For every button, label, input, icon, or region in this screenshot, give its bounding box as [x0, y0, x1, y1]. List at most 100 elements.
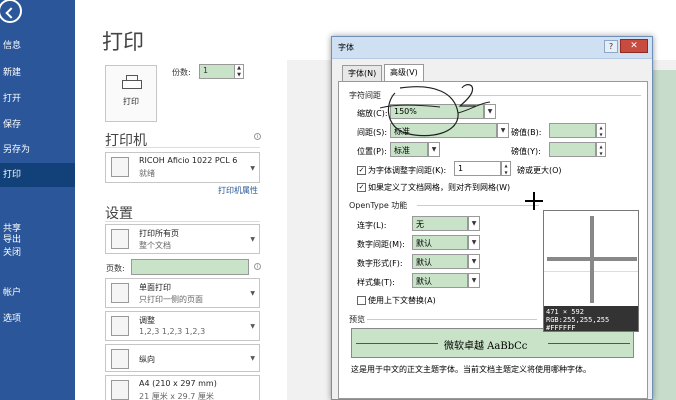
pages-label: 页数: — [106, 264, 125, 273]
nav-info[interactable]: 信息 — [0, 34, 75, 58]
printer-icon — [122, 75, 142, 92]
pages-icon — [111, 229, 129, 249]
position-by-label: 磅值(Y): — [511, 147, 541, 156]
orientation-main: 纵向 — [139, 355, 155, 364]
portrait-icon — [111, 349, 129, 369]
num-form-combo[interactable]: 默认 — [412, 254, 468, 269]
nav-save-as[interactable]: 另存为 — [0, 138, 75, 162]
opentype-group-title: OpenType 功能 — [349, 201, 408, 210]
orientation-select[interactable]: 纵向 ▼ — [105, 344, 260, 372]
print-range-sub: 整个文档 — [139, 241, 171, 250]
magnifier-size: 471 × 592 — [546, 308, 584, 316]
printer-properties-link[interactable]: 打印机属性 — [218, 185, 258, 196]
chevron-down-icon[interactable]: ▼ — [428, 142, 440, 157]
kerning-unit: 磅或更大(O) — [517, 166, 562, 175]
crosshair-icon — [525, 192, 543, 210]
copies-input[interactable]: 1 — [199, 64, 235, 79]
num-form-label: 数字形式(F): — [357, 259, 403, 268]
collate-main: 调整 — [139, 316, 155, 325]
copies-spinner[interactable]: ▲ ▼ — [235, 64, 244, 79]
spacing-by-spinner[interactable]: ▲ ▼ — [596, 123, 606, 138]
position-combo[interactable]: 标准 — [390, 142, 428, 157]
print-range-select[interactable]: 打印所有页 整个文档 ▼ — [105, 224, 260, 254]
tab-font[interactable]: 字体(N) — [342, 65, 383, 81]
print-button-label: 打印 — [123, 97, 139, 106]
nav-open[interactable]: 打开 — [0, 87, 75, 111]
group-divider — [417, 205, 539, 206]
chevron-down-icon[interactable]: ▼ — [468, 254, 480, 269]
close-button[interactable]: ✕ — [620, 39, 648, 53]
dialog-titlebar: 字体 ? ✕ — [332, 37, 652, 59]
nav-account[interactable]: 帐户 — [0, 281, 75, 305]
nav-close[interactable]: 关闭 — [0, 241, 75, 265]
grid-label: 如果定义了文档网格，则对齐到网格(W) — [368, 183, 511, 192]
chevron-down-icon: ▼ — [250, 355, 255, 363]
ligatures-combo[interactable]: 无 — [412, 216, 468, 231]
collate-select[interactable]: 调整 1,2,3 1,2,3 1,2,3 ▼ — [105, 311, 260, 341]
spacing-by-label: 磅值(B): — [511, 128, 542, 137]
paper-icon — [111, 380, 129, 400]
position-by-spinner[interactable]: ▲ ▼ — [596, 142, 606, 157]
print-range-main: 打印所有页 — [139, 229, 179, 238]
num-spacing-combo[interactable]: 默认 — [412, 235, 468, 250]
magnifier-crosshair-h — [547, 257, 637, 261]
chevron-down-icon[interactable]: ▼ — [468, 216, 480, 231]
collate-icon — [111, 316, 129, 336]
paper-size-sub: 21 厘米 x 29.7 厘米 — [139, 392, 214, 400]
paper-size-select[interactable]: A4 (210 x 297 mm) 21 厘米 x 29.7 厘米 — [105, 375, 260, 400]
info-icon[interactable]: i — [254, 133, 261, 140]
divider — [105, 147, 260, 148]
paper-size-main: A4 (210 x 297 mm) — [139, 379, 217, 388]
printer-select[interactable]: RICOH Aficio 1022 PCL 6 就绪 ▼ — [105, 152, 260, 183]
preview-line — [548, 343, 630, 344]
nav-new[interactable]: 新建 — [0, 61, 75, 85]
preview-text: 微软卓越 AaBbCc — [444, 341, 528, 352]
kerning-input[interactable]: 1 — [454, 161, 501, 176]
printer-status: 就绪 — [139, 169, 155, 178]
sides-main: 单面打印 — [139, 283, 171, 292]
chevron-down-icon[interactable]: ▼ — [468, 273, 480, 288]
nav-options[interactable]: 选项 — [0, 307, 75, 331]
nav-print[interactable]: 打印 — [0, 163, 75, 187]
position-label: 位置(P): — [357, 147, 387, 156]
single-sided-icon — [111, 283, 129, 303]
chevron-down-icon[interactable]: ▼ — [468, 235, 480, 250]
sides-select[interactable]: 单面打印 只打印一侧的页面 ▼ — [105, 278, 260, 308]
copies-label: 份数: — [172, 68, 191, 77]
spacing-group-title: 字符间距 — [349, 91, 381, 100]
printer-status-icon — [111, 157, 129, 177]
chevron-down-icon: ▼ — [250, 236, 255, 244]
style-sets-label: 样式集(T): — [357, 278, 395, 287]
color-picker-magnifier: 471 × 592 RGB:255,255,255 #FFFFFF — [543, 210, 639, 332]
kerning-checkbox[interactable]: ✓ — [357, 166, 366, 175]
kerning-label: 为字体调整字间距(K): — [368, 166, 447, 175]
help-button[interactable]: ? — [604, 40, 618, 53]
chevron-down-icon: ▼ — [250, 323, 255, 331]
dialog-title: 字体 — [338, 43, 354, 52]
chevron-down-icon: ▼ — [250, 164, 255, 172]
kerning-spinner[interactable]: ▲ ▼ — [501, 161, 511, 176]
group-divider — [367, 319, 537, 320]
printer-name: RICOH Aficio 1022 PCL 6 — [139, 156, 238, 165]
nav-save[interactable]: 保存 — [0, 113, 75, 137]
pages-input[interactable] — [131, 259, 249, 275]
back-arrow-icon[interactable] — [0, 0, 22, 23]
info-icon[interactable]: i — [254, 263, 261, 270]
print-button[interactable]: 打印 — [105, 65, 157, 122]
page-title: 打印 — [102, 30, 144, 54]
style-sets-combo[interactable]: 默认 — [412, 273, 468, 288]
preview-description: 这是用于中文的正文主题字体。当前文档主题定义将使用哪种字体。 — [351, 365, 591, 374]
sides-sub: 只打印一侧的页面 — [139, 295, 203, 304]
divider — [105, 221, 260, 222]
grid-checkbox[interactable]: ✓ — [357, 183, 366, 192]
contextual-label: 使用上下文替换(A) — [368, 296, 436, 305]
contextual-checkbox[interactable] — [357, 296, 366, 305]
ligatures-label: 连字(L): — [357, 221, 387, 230]
magnifier-readout: 471 × 592 RGB:255,255,255 #FFFFFF — [544, 306, 638, 332]
font-preview: 微软卓越 AaBbCc — [351, 328, 634, 358]
magnifier-rgb: RGB:255,255,255 #FFFFFF — [546, 316, 610, 332]
position-by-input[interactable] — [549, 142, 596, 157]
handwritten-annotation — [380, 84, 491, 137]
spacing-by-input[interactable] — [549, 123, 596, 138]
settings-heading: 设置 — [105, 206, 133, 222]
